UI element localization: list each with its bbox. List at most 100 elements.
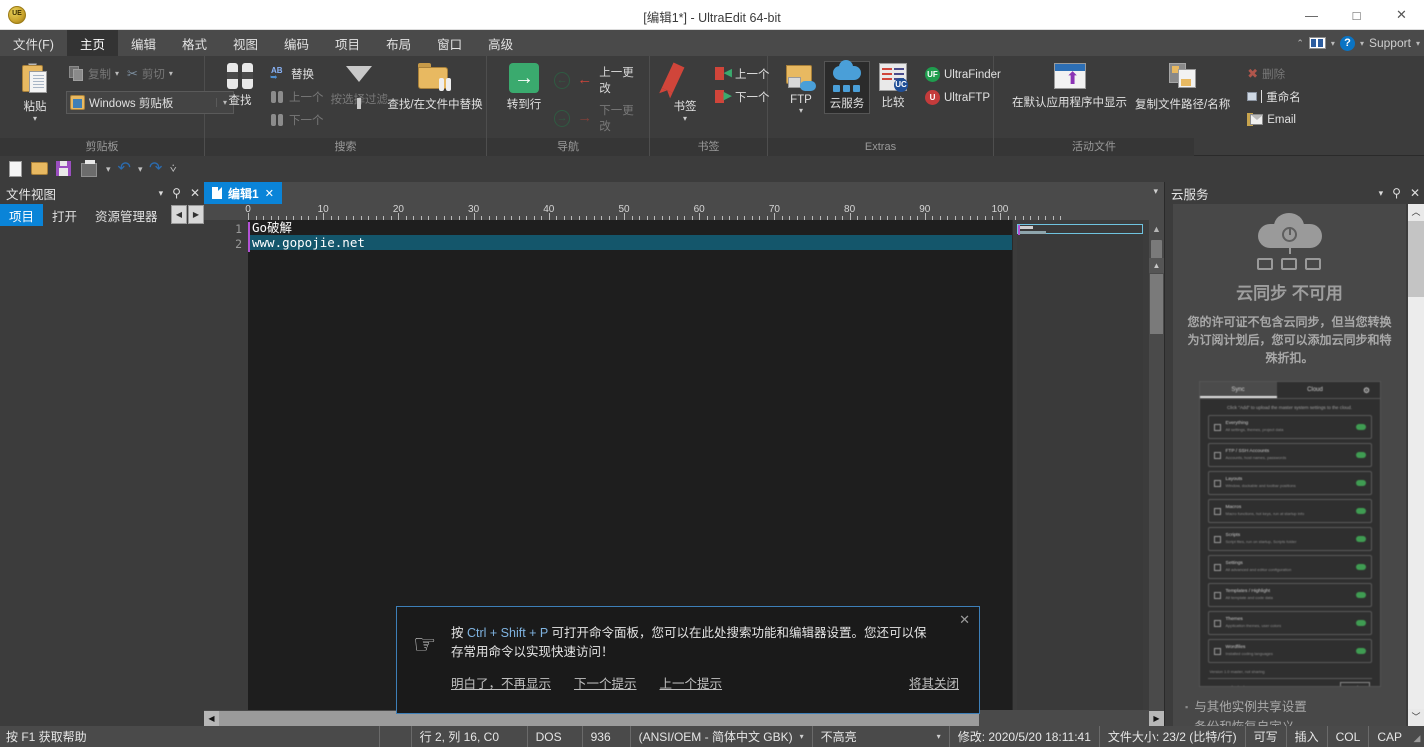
maximize-button[interactable]: □ (1334, 0, 1379, 30)
cloud-panel-pin-icon[interactable]: ⚲ (1392, 186, 1401, 200)
scroll-left-icon[interactable]: ◀ (204, 710, 219, 726)
file-view-scroll-right-button[interactable]: ▶ (188, 205, 204, 224)
copy-file-path-button[interactable]: 复制文件路径/名称 (1131, 61, 1234, 114)
save-icon[interactable] (56, 160, 74, 178)
document-tab-edit1[interactable]: 编辑1 ✕ (204, 182, 282, 204)
status-encoding-caret-icon[interactable]: ▾ (800, 732, 804, 741)
file-view-tab-project[interactable]: 项目 (0, 204, 44, 226)
prev-change-icon[interactable]: ← (577, 72, 592, 87)
menu-edit[interactable]: 编辑 (118, 30, 169, 56)
minimize-button[interactable]: — (1289, 0, 1334, 30)
cut-button[interactable]: ✂ 剪切 ▾ (124, 62, 176, 85)
ultrafinder-button[interactable]: UF UltraFinder (922, 63, 1004, 86)
open-file-icon[interactable] (31, 160, 49, 178)
menu-format[interactable]: 格式 (169, 30, 220, 56)
minimap-viewport[interactable] (1017, 224, 1143, 235)
scroll-thumb[interactable] (1150, 274, 1163, 334)
copy-caret-icon[interactable]: ▾ (115, 69, 119, 78)
cloud-panel-menu-icon[interactable]: ▾ (1379, 188, 1384, 199)
file-view-menu-icon[interactable]: ▾ (159, 188, 164, 199)
find-button[interactable]: 查找 (217, 61, 263, 110)
find-in-files-button[interactable]: 查找/在文件中替换 (387, 61, 483, 114)
nav-back-icon[interactable]: ← (554, 71, 571, 89)
undo-caret-icon[interactable]: ▾ (138, 164, 143, 175)
menu-file[interactable]: 文件(F) (0, 30, 67, 56)
compare-button[interactable]: UC 比较 (870, 61, 916, 112)
find-prev-button[interactable]: 上一个 (267, 85, 327, 108)
status-cursor-position[interactable]: 行 2, 列 16, C0 (412, 726, 528, 747)
cloud-scroll-thumb[interactable] (1408, 221, 1424, 297)
ftp-caret-icon[interactable]: ▾ (799, 107, 803, 115)
support-link[interactable]: Support (1369, 36, 1411, 50)
layout-caret-icon[interactable]: ▾ (1331, 39, 1335, 48)
bookmark-caret-icon[interactable]: ▾ (683, 115, 687, 123)
support-caret-icon[interactable]: ▾ (1416, 39, 1420, 48)
scroll-right-icon[interactable]: ▶ (1149, 710, 1164, 726)
menu-advanced[interactable]: 高级 (475, 30, 526, 56)
document-tab-close-icon[interactable]: ✕ (265, 187, 274, 200)
cloud-services-button[interactable]: 云服务 (824, 60, 870, 114)
close-button[interactable]: ✕ (1379, 0, 1424, 30)
delete-file-button[interactable]: ✖ 删除 (1244, 62, 1304, 85)
status-writable[interactable]: 可写 (1246, 726, 1287, 747)
print-icon[interactable] (81, 160, 99, 178)
cloud-panel-scrollbar[interactable]: ︿ ﹀ (1408, 204, 1424, 726)
help-icon[interactable]: ? (1339, 35, 1355, 51)
editor-vertical-scrollbar[interactable]: ▲ ▼ (1149, 258, 1164, 747)
file-view-tab-explorer[interactable]: 资源管理器 (86, 204, 167, 226)
next-change-icon[interactable]: → (577, 110, 592, 125)
email-file-button[interactable]: Email (1244, 108, 1304, 131)
cut-caret-icon[interactable]: ▾ (169, 69, 173, 78)
status-highlight[interactable]: 不高亮 ▾ (813, 726, 950, 747)
menu-view[interactable]: 视图 (220, 30, 271, 56)
bookmark-next-button[interactable]: ▶ 下一个 (712, 85, 773, 108)
redo-icon[interactable]: ↶ (149, 160, 162, 177)
tip-dismiss-link[interactable]: 将其关闭 (909, 673, 959, 692)
print-caret-icon[interactable]: ▾ (106, 164, 111, 175)
menu-encoding[interactable]: 编码 (271, 30, 322, 56)
ftp-button[interactable]: FTP ▾ (778, 61, 824, 116)
cloud-panel-close-icon[interactable]: ✕ (1410, 186, 1420, 200)
bookmark-prev-button[interactable]: ◀ 上一个 (712, 62, 773, 85)
minimap-scroll-up-icon[interactable]: ▲ (1152, 224, 1161, 234)
nav-forward-icon[interactable]: → (554, 109, 571, 127)
paste-button[interactable]: 粘贴 ▾ (12, 61, 58, 124)
code-line[interactable]: Go破解 (248, 220, 1012, 235)
ultraftp-button[interactable]: U UltraFTP (922, 86, 1004, 109)
code-line[interactable]: www.gopojie.net (248, 235, 1012, 250)
menu-layout[interactable]: 布局 (373, 30, 424, 56)
customize-qat-icon[interactable]: ⩒ (170, 163, 177, 176)
tab-list-caret-icon[interactable]: ▾ (1153, 186, 1158, 197)
menu-home[interactable]: 主页 (66, 30, 118, 56)
cloud-scroll-up-icon[interactable]: ︿ (1408, 204, 1424, 221)
tip-dont-show-link[interactable]: 明白了，不再显示 (451, 673, 551, 692)
replace-button[interactable]: AB ➥ 替换 (267, 62, 327, 85)
undo-icon[interactable]: ↶ (118, 161, 131, 177)
filter-by-selection-button[interactable]: 按选择过滤 (331, 61, 388, 109)
cloud-scroll-down-icon[interactable]: ﹀ (1408, 709, 1424, 726)
editor-minimap[interactable]: ▲ (1012, 220, 1164, 726)
file-view-content[interactable] (0, 226, 204, 726)
file-view-tab-open[interactable]: 打开 (43, 204, 87, 226)
menu-window[interactable]: 窗口 (424, 30, 475, 56)
goto-line-button[interactable]: 转到行 (501, 61, 547, 114)
open-in-default-app-button[interactable]: ⬆ 在默认应用程序中显示 (1008, 61, 1131, 112)
copy-button[interactable]: 复制 ▾ (66, 62, 122, 85)
resize-grip-icon[interactable]: ◢ (1410, 726, 1424, 747)
menu-project[interactable]: 项目 (322, 30, 373, 56)
status-highlight-caret-icon[interactable]: ▾ (937, 732, 941, 741)
status-encoding[interactable]: (ANSI/OEM - 简体中文 GBK) ▾ (631, 726, 813, 747)
collapse-ribbon-icon[interactable]: ⌃ (1296, 38, 1304, 49)
file-view-pin-icon[interactable]: ⚲ (172, 186, 181, 200)
help-caret-icon[interactable]: ▾ (1360, 39, 1364, 48)
status-col-mode[interactable]: COL (1328, 726, 1370, 747)
tip-prev-link[interactable]: 上一个提示 (660, 673, 723, 692)
file-view-scroll-left-button[interactable]: ◀ (171, 205, 187, 224)
file-view-close-icon[interactable]: ✕ (190, 186, 200, 200)
status-insert-mode[interactable]: 插入 (1287, 726, 1328, 747)
status-line-ending[interactable]: DOS (528, 726, 583, 747)
new-file-icon[interactable] (6, 160, 24, 178)
bookmark-button[interactable]: 书签 ▾ (661, 61, 708, 124)
layout-toggle-icon[interactable] (1308, 37, 1326, 49)
find-next-button[interactable]: 下一个 (267, 108, 327, 131)
